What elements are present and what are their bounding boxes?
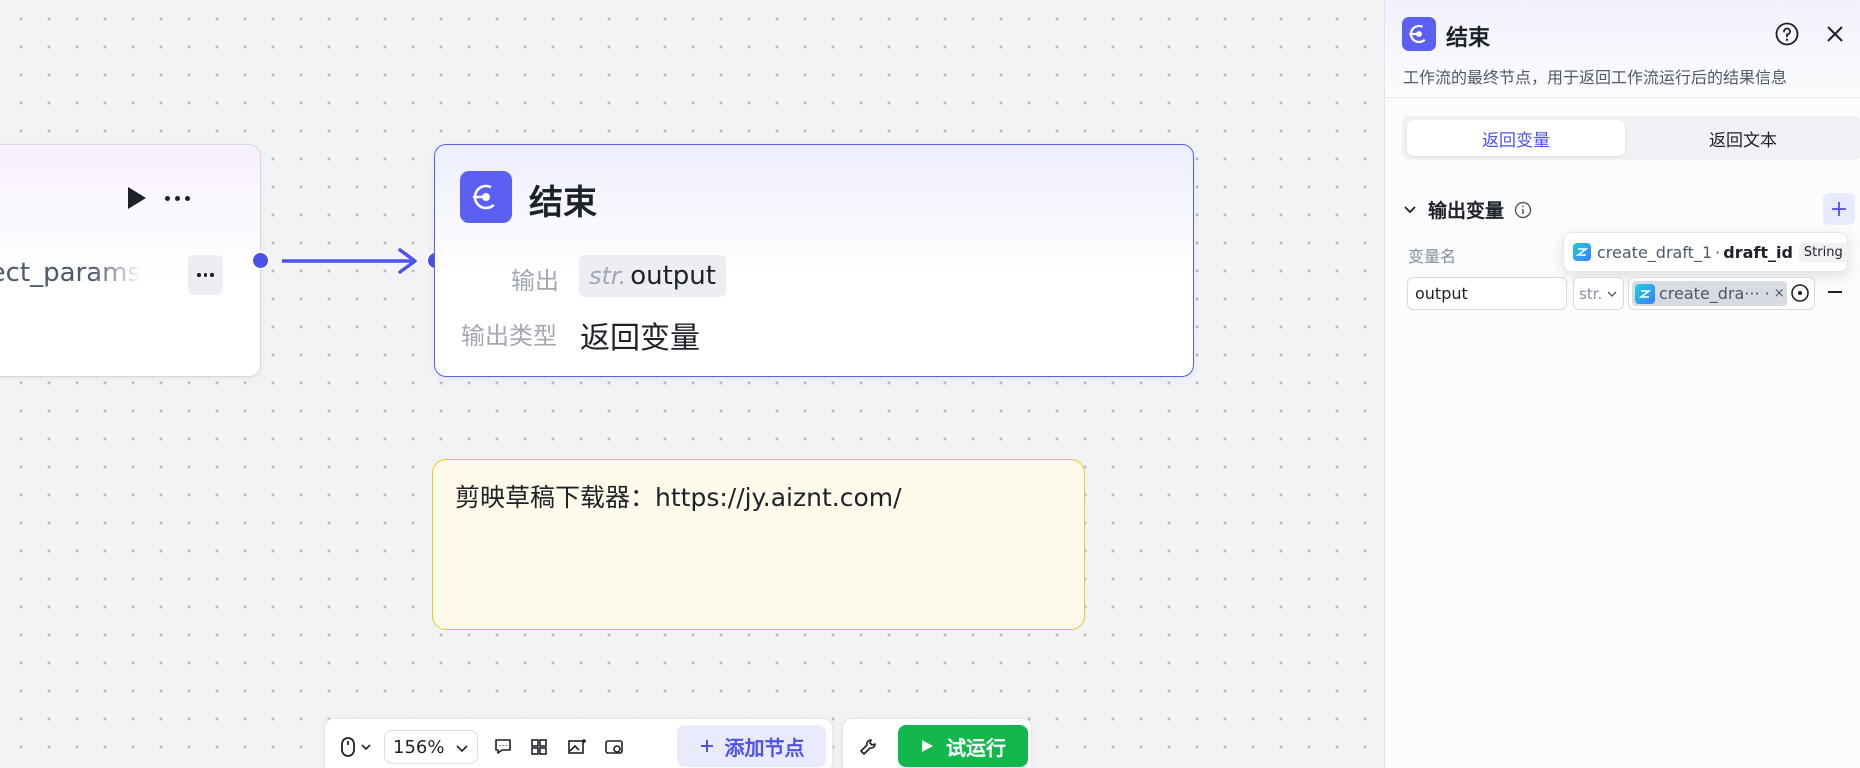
output-type-label: 输出类型: [461, 322, 557, 350]
output-type-value: 返回变量: [580, 321, 700, 356]
variable-name-value: output: [1415, 284, 1468, 303]
comment-button[interactable]: [488, 732, 518, 762]
end-node[interactable]: 结束 输出 str. output 输出类型 返回变量: [434, 144, 1194, 377]
tab-return-text[interactable]: 返回文本: [1630, 120, 1856, 156]
chevron-down-icon: [1607, 291, 1617, 297]
tooltip-node-name: create_draft_1: [1597, 242, 1713, 262]
tooltip-type-badge: String: [1798, 242, 1848, 262]
debug-button[interactable]: [853, 732, 883, 762]
type-value: str.: [1579, 284, 1603, 303]
remove-variable-button[interactable]: [1828, 291, 1842, 293]
reference-tooltip: create_draft_1 · draft_id String: [1563, 232, 1848, 272]
zoom-value: 156%: [393, 736, 445, 758]
wrench-icon: [860, 739, 876, 755]
output-port[interactable]: [251, 251, 270, 270]
play-icon: [922, 740, 933, 752]
end-icon: [460, 171, 512, 223]
reference-text: create_dra··· ·: [1659, 284, 1770, 303]
plus-icon: [700, 740, 713, 752]
image-icon: [568, 739, 586, 754]
output-chip: str. output: [579, 255, 726, 297]
reference-tag: create_dra··· · ×: [1632, 281, 1787, 306]
comment-icon: [495, 739, 511, 754]
help-icon[interactable]: [1774, 21, 1800, 47]
return-mode-tabs: 返回变量 返回文本: [1402, 116, 1860, 160]
mouse-icon: [341, 737, 355, 757]
minimap-button[interactable]: [599, 732, 629, 762]
minimap-icon: [605, 740, 623, 754]
node-settings-panel: 结束 工作流的最终节点，用于返回工作流运行后的结果信息 返回变量 返回文本 输出…: [1384, 0, 1860, 768]
image-button[interactable]: [562, 732, 592, 762]
canvas-toolbar: 156% 添加节点: [324, 718, 833, 768]
add-variable-button[interactable]: +: [1823, 193, 1855, 225]
play-icon[interactable]: [123, 185, 149, 211]
panel-header: 结束 工作流的最终节点，用于返回工作流运行后的结果信息: [1385, 0, 1860, 98]
tooltip-field-name: draft_id: [1723, 242, 1793, 262]
layout-button[interactable]: [524, 732, 554, 762]
remove-reference-icon[interactable]: ×: [1774, 286, 1787, 301]
variable-name-input[interactable]: output: [1407, 277, 1567, 310]
test-run-button[interactable]: 试运行: [898, 725, 1028, 767]
end-icon: [1402, 17, 1436, 51]
capcut-icon: [1635, 283, 1655, 304]
param-more-icon[interactable]: [188, 255, 223, 295]
chevron-down-icon: [361, 744, 371, 751]
tooltip-separator: ·: [1715, 242, 1721, 262]
close-icon[interactable]: [1822, 21, 1848, 47]
info-icon[interactable]: [1514, 201, 1532, 219]
capcut-icon: [1573, 243, 1591, 261]
run-toolbar: 试运行: [842, 718, 1032, 768]
tab-return-variable[interactable]: 返回变量: [1407, 120, 1625, 156]
test-run-label: 试运行: [946, 735, 1006, 760]
mouse-mode-button[interactable]: [335, 732, 377, 762]
end-node-title: 结束: [529, 183, 597, 223]
variable-type-select[interactable]: str.: [1573, 277, 1624, 310]
output-var: output: [630, 261, 716, 291]
chevron-down-icon[interactable]: [1402, 202, 1418, 218]
sticky-note[interactable]: 剪映草稿下载器：https://jy.aiznt.com/: [432, 459, 1085, 630]
connection-arrow: [282, 248, 417, 274]
type-prefix: str.: [589, 262, 627, 290]
grid-layout-icon: [531, 739, 547, 755]
more-icon[interactable]: [157, 185, 197, 211]
chevron-down-icon: [456, 745, 468, 753]
section-title: 输出变量: [1428, 200, 1505, 222]
column-variable-name: 变量名: [1408, 247, 1457, 266]
variable-picker-icon[interactable]: [1790, 283, 1810, 303]
add-node-button[interactable]: 添加节点: [677, 725, 826, 767]
param-name: effect_params: [0, 258, 141, 288]
panel-description: 工作流的最终节点，用于返回工作流运行后的结果信息: [1403, 68, 1788, 87]
output-vars-header[interactable]: 输出变量: [1402, 196, 1532, 223]
panel-title: 结束: [1446, 26, 1491, 51]
previous-node[interactable]: effect_params: [0, 144, 261, 377]
zoom-select[interactable]: 156%: [384, 730, 478, 764]
output-label: 输出: [511, 267, 559, 295]
variable-reference-select[interactable]: create_dra··· · ×: [1628, 277, 1815, 310]
add-node-label: 添加节点: [724, 735, 805, 760]
